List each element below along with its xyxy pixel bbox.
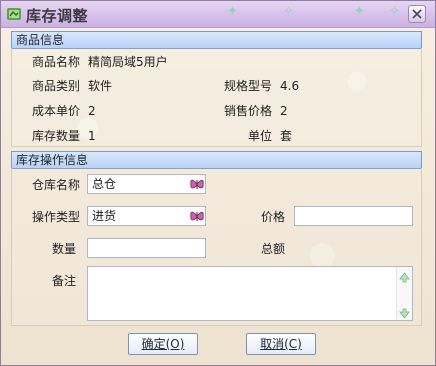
notes-label: 备注 [52, 274, 77, 288]
product-info-header: 商品信息 [11, 31, 422, 49]
operation-type-dropdown-button[interactable] [189, 208, 205, 224]
inventory-adjustment-dialog: 库存调整 ✦ ✧ ✦ ✧ 商品信息 商品名称 精简局域5用户 商品类别 软件 规… [0, 0, 436, 366]
spec-model-label: 规格型号 [224, 79, 273, 93]
warehouse-label: 仓库名称 [32, 178, 81, 192]
window-title: 库存调整 [26, 7, 89, 25]
quantity-input[interactable] [87, 238, 206, 258]
product-name-label: 商品名称 [32, 55, 81, 69]
close-button[interactable] [408, 5, 426, 23]
stock-quantity-label: 库存数量 [32, 129, 81, 143]
sale-price-label: 销售价格 [224, 104, 273, 118]
app-icon [6, 6, 22, 22]
unit-value: 套 [280, 129, 293, 143]
product-category-value: 软件 [88, 79, 113, 93]
spec-model-value: 4.6 [280, 79, 300, 93]
unit-label: 单位 [248, 129, 273, 143]
product-category-label: 商品类别 [32, 79, 81, 93]
close-icon [412, 9, 422, 19]
decorative-sparkle-icon: ✦ [227, 4, 238, 19]
stock-quantity-value: 1 [88, 129, 96, 143]
cancel-button[interactable]: 取消(C) [246, 333, 316, 355]
cancel-button-label: 取消(C) [260, 337, 302, 351]
confirm-button[interactable]: 确定(O) [128, 333, 198, 355]
decorative-sparkle-icon: ✧ [389, 4, 400, 19]
price-label: 价格 [261, 210, 286, 224]
operation-type-label: 操作类型 [32, 210, 81, 224]
quantity-label: 数量 [52, 242, 77, 256]
confirm-button-label: 确定(O) [141, 337, 185, 351]
scroll-down-icon [399, 308, 410, 319]
price-input[interactable] [294, 206, 413, 226]
notes-textarea[interactable] [87, 266, 413, 321]
inventory-operation-header: 库存操作信息 [11, 151, 422, 169]
warehouse-dropdown-button[interactable] [189, 176, 205, 192]
notes-scrollbar[interactable] [396, 267, 412, 320]
cost-price-label: 成本单价 [32, 104, 81, 118]
scroll-down-button[interactable] [398, 305, 411, 319]
decorative-sparkle-icon: ✧ [283, 4, 294, 19]
decorative-sparkle-icon: ✦ [354, 4, 365, 19]
scroll-up-button[interactable] [398, 269, 411, 283]
butterfly-dropdown-icon [190, 211, 204, 221]
cost-price-value: 2 [88, 104, 96, 118]
title-bar[interactable]: 库存调整 ✦ ✧ ✦ ✧ [1, 1, 435, 28]
product-name-value: 精简局域5用户 [88, 55, 168, 69]
butterfly-dropdown-icon [190, 179, 204, 189]
operation-type-select-value: 进货 [92, 209, 117, 223]
sale-price-value: 2 [280, 104, 288, 118]
total-label: 总额 [261, 242, 286, 256]
scroll-up-icon [399, 272, 410, 283]
warehouse-select-value: 总仓 [92, 177, 117, 191]
